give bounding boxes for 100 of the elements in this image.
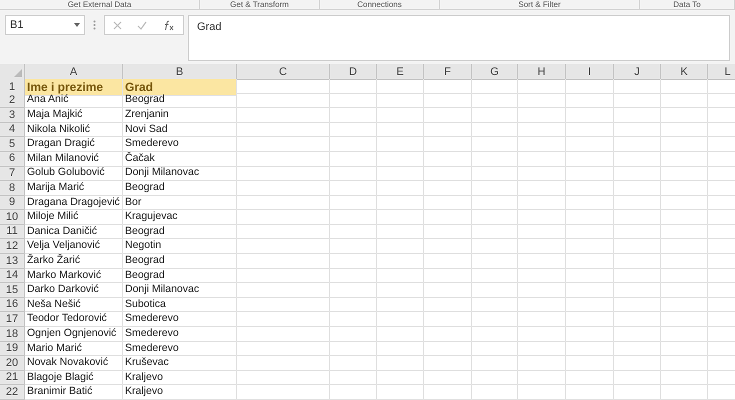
row-header[interactable]: 2 xyxy=(0,94,25,108)
select-all-triangle-icon[interactable] xyxy=(14,69,22,78)
empty-cell xyxy=(330,327,377,342)
empty-cell xyxy=(472,224,518,240)
column-header[interactable]: L xyxy=(708,64,735,80)
row-header[interactable]: 4 xyxy=(0,122,25,138)
row-header[interactable]: 11 xyxy=(0,224,25,240)
empty-cell xyxy=(518,108,566,123)
row-header[interactable]: 14 xyxy=(0,268,25,284)
row-header[interactable]: 19 xyxy=(0,342,25,356)
column-header[interactable]: H xyxy=(518,64,566,80)
empty-cell xyxy=(661,181,708,196)
empty-cell xyxy=(377,298,424,312)
column-header[interactable]: A xyxy=(25,64,123,80)
row-header[interactable]: 21 xyxy=(0,370,25,386)
checkmark-icon[interactable] xyxy=(137,20,148,30)
function-icon[interactable] xyxy=(163,20,176,30)
empty-cell xyxy=(424,370,472,386)
empty-cell xyxy=(661,370,708,386)
table-cell: Beograd xyxy=(123,94,237,108)
empty-cell xyxy=(518,312,566,328)
empty-cell xyxy=(330,78,377,94)
empty-cell xyxy=(661,298,708,312)
empty-cell xyxy=(377,181,424,196)
row-header[interactable]: 16 xyxy=(0,298,25,312)
row-header[interactable]: 10 xyxy=(0,210,25,225)
column-header[interactable]: K xyxy=(661,64,708,80)
table-cell: Kruševac xyxy=(123,356,237,371)
empty-cell xyxy=(614,210,661,225)
column-header[interactable]: I xyxy=(566,64,614,80)
empty-cell xyxy=(661,122,708,138)
empty-cell xyxy=(518,385,566,400)
table-cell: Velja Veljanović xyxy=(25,239,123,254)
empty-cell xyxy=(614,152,661,166)
row-header[interactable]: 6 xyxy=(0,152,25,166)
empty-cell xyxy=(472,108,518,123)
row-header[interactable]: 5 xyxy=(0,137,25,152)
empty-cell xyxy=(424,356,472,371)
empty-cell xyxy=(566,385,614,400)
empty-cell xyxy=(518,254,566,269)
row-header[interactable]: 22 xyxy=(0,385,25,400)
table-cell: Milan Milanović xyxy=(25,152,123,166)
column-header[interactable]: G xyxy=(472,64,518,80)
empty-cell xyxy=(424,166,472,182)
empty-cell xyxy=(661,254,708,269)
column-header[interactable]: F xyxy=(424,64,472,80)
row-header[interactable]: 9 xyxy=(0,196,25,210)
empty-cell xyxy=(424,196,472,210)
column-header[interactable]: D xyxy=(330,64,377,80)
empty-cell xyxy=(472,166,518,182)
empty-cell xyxy=(661,152,708,166)
column-header[interactable]: C xyxy=(237,64,330,80)
empty-cell xyxy=(518,152,566,166)
column-header[interactable]: E xyxy=(377,64,424,80)
empty-cell xyxy=(661,327,708,342)
column-header[interactable]: J xyxy=(614,64,661,80)
table-cell: Beograd xyxy=(123,268,237,284)
empty-cell xyxy=(661,94,708,108)
cancel-icon[interactable] xyxy=(112,20,122,30)
empty-cell xyxy=(566,108,614,123)
empty-cell xyxy=(472,210,518,225)
table-cell: Dragan Dragić xyxy=(25,137,123,152)
row-header[interactable]: 18 xyxy=(0,327,25,342)
empty-cell xyxy=(566,152,614,166)
empty-cell xyxy=(472,94,518,108)
empty-cell xyxy=(614,342,661,356)
formula-input-field[interactable]: Grad xyxy=(188,15,730,61)
empty-cell xyxy=(661,283,708,298)
column-header[interactable]: B xyxy=(123,64,237,80)
row-header[interactable]: 15 xyxy=(0,283,25,298)
empty-cell xyxy=(472,283,518,298)
empty-cell xyxy=(377,196,424,210)
empty-cell xyxy=(661,210,708,225)
empty-cell xyxy=(424,137,472,152)
empty-cell xyxy=(614,137,661,152)
row-header[interactable]: 8 xyxy=(0,181,25,196)
empty-cell xyxy=(330,196,377,210)
empty-cell xyxy=(472,385,518,400)
empty-cell xyxy=(566,196,614,210)
empty-cell xyxy=(472,298,518,312)
row-header[interactable]: 3 xyxy=(0,108,25,123)
table-cell: Negotin xyxy=(123,239,237,254)
empty-cell xyxy=(472,239,518,254)
empty-cell xyxy=(377,239,424,254)
empty-cell xyxy=(518,239,566,254)
empty-cell xyxy=(566,210,614,225)
empty-cell xyxy=(472,196,518,210)
table-cell: Golub Golubović xyxy=(25,166,123,182)
row-header[interactable]: 13 xyxy=(0,254,25,269)
row-header[interactable]: 17 xyxy=(0,312,25,328)
table-cell: Danica Daničić xyxy=(25,224,123,240)
empty-cell xyxy=(566,224,614,240)
row-header[interactable]: 12 xyxy=(0,239,25,254)
table-cell: Smederevo xyxy=(123,137,237,152)
row-header[interactable]: 20 xyxy=(0,356,25,371)
row-header[interactable]: 7 xyxy=(0,166,25,182)
empty-cell xyxy=(566,181,614,196)
empty-cell xyxy=(614,356,661,371)
empty-cell xyxy=(518,166,566,182)
name-box[interactable]: B1 xyxy=(5,15,85,35)
